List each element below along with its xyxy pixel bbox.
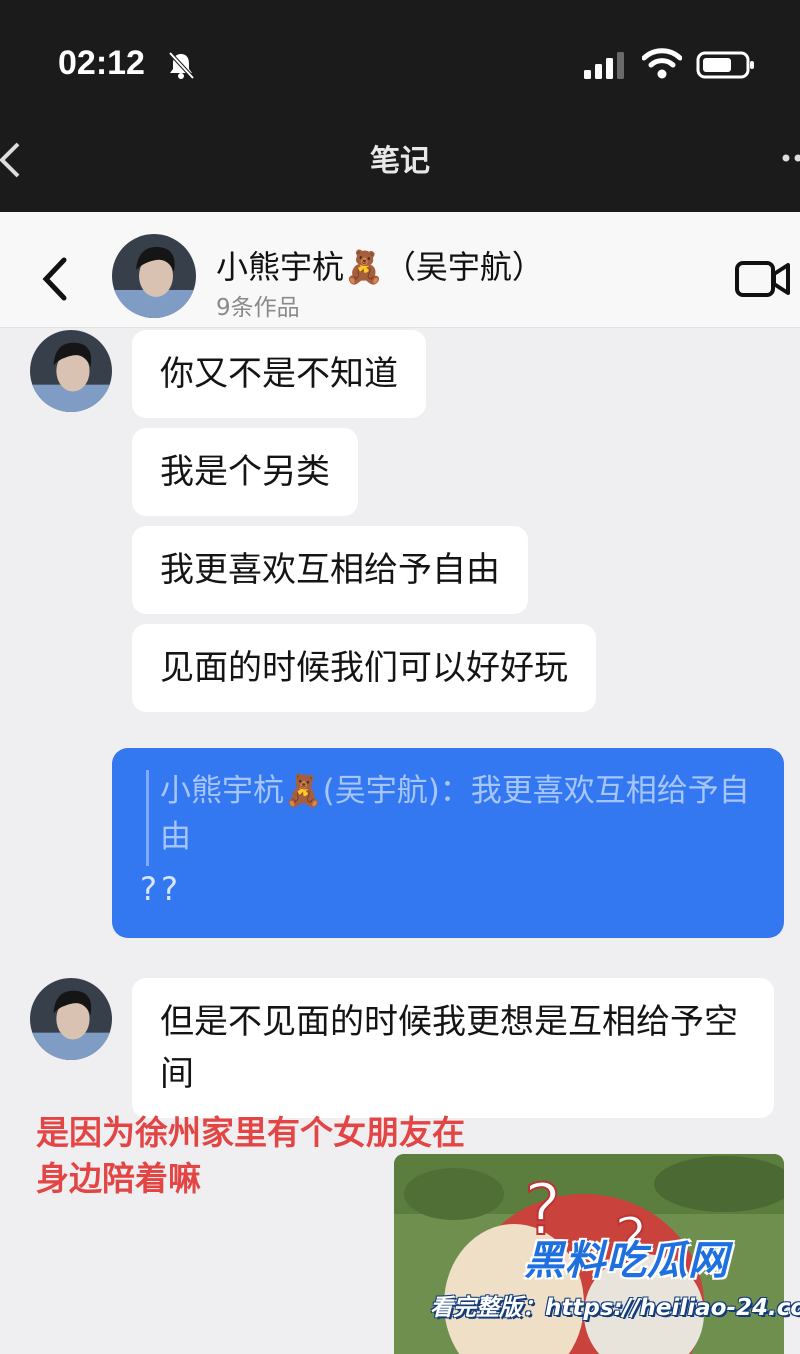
contact-works-count[interactable]: 9条作品 xyxy=(216,288,300,322)
chevron-left-icon[interactable] xyxy=(38,254,72,304)
message-bubble[interactable]: 你又不是不知道 xyxy=(132,330,426,418)
top-nav: 笔记 xyxy=(0,120,800,212)
battery-icon xyxy=(696,51,754,79)
quote-bar xyxy=(146,770,149,866)
avatar[interactable] xyxy=(30,978,112,1060)
message-text: ?? xyxy=(140,870,182,908)
message-bubble[interactable]: 我是个另类 xyxy=(132,428,358,516)
page-title: 笔记 xyxy=(370,144,430,179)
signal-icon xyxy=(584,52,624,79)
sent-message-bubble[interactable]: 小熊宇杭🧸(吴宇航)：我更喜欢互相给予自由 ?? xyxy=(112,748,784,938)
status-time: 02:12 xyxy=(58,44,145,82)
message-text: 见面的时候我们可以好好玩 xyxy=(160,648,568,688)
watermark-link: 看完整版：https://heiliao-24.com xyxy=(430,1295,800,1321)
message-text: 我是个另类 xyxy=(160,452,330,492)
chat-area: 小熊宇杭🧸（吴宇航） 9条作品 你又不是不知道 我是个另类 我更喜欢互相给予自由… xyxy=(0,212,800,1354)
watermark-brand: 黑料吃瓜网 xyxy=(524,1238,729,1284)
chat-header: 小熊宇杭🧸（吴宇航） 9条作品 xyxy=(0,212,800,328)
avatar[interactable] xyxy=(112,234,196,318)
bell-off-icon xyxy=(168,51,195,80)
message-bubble[interactable]: 我更喜欢互相给予自由 xyxy=(132,526,528,614)
status-bar: 02:12 xyxy=(0,0,800,120)
more-dots-icon[interactable] xyxy=(778,150,800,166)
message-text: 但是不见面的时候我更想是互相给予空间 xyxy=(160,1002,738,1094)
watermark: 黑料吃瓜网 看完整版：https://heiliao-24.com xyxy=(430,1228,800,1354)
video-call-icon[interactable] xyxy=(734,258,792,300)
quoted-message[interactable]: 小熊宇杭🧸(吴宇航)：我更喜欢互相给予自由 xyxy=(160,768,770,860)
message-text: 我更喜欢互相给予自由 xyxy=(160,550,500,590)
wifi-icon xyxy=(642,48,682,79)
contact-name[interactable]: 小熊宇杭🧸（吴宇航） xyxy=(216,242,544,288)
message-text: 你又不是不知道 xyxy=(160,354,398,394)
message-bubble[interactable]: 但是不见面的时候我更想是互相给予空间 xyxy=(132,978,774,1118)
message-bubble[interactable]: 见面的时候我们可以好好玩 xyxy=(132,624,596,712)
avatar[interactable] xyxy=(30,330,112,412)
